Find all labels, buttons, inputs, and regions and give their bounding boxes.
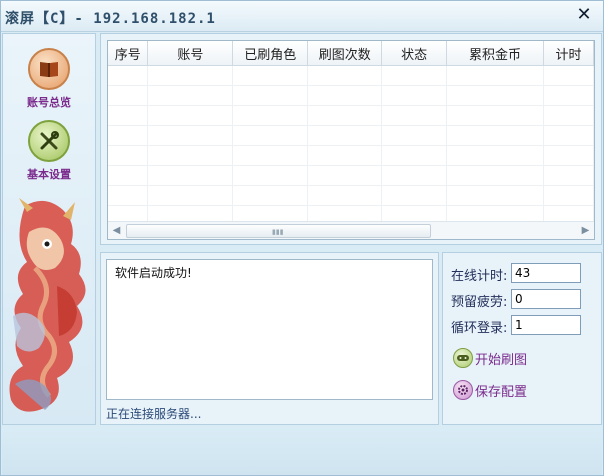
book-icon: [28, 48, 70, 90]
sidebar-item-account-overview[interactable]: 账号总览: [3, 48, 95, 110]
reserve-fatigue-label: 预留疲劳:: [451, 295, 508, 310]
log-message: 软件启动成功!: [115, 266, 192, 280]
start-button[interactable]: 开始刷图: [453, 347, 527, 369]
account-table[interactable]: 序号 账号 已刷角色 刷图次数 状态 累积金币 计时 ◀ ▮▮▮ ▶: [107, 40, 595, 240]
sidebar-item-basic-settings[interactable]: 基本设置: [3, 120, 95, 182]
table-row: [108, 145, 594, 166]
dragon-illustration: [9, 198, 86, 412]
account-table-panel: 序号 账号 已刷角色 刷图次数 状态 累积金币 计时 ◀ ▮▮▮ ▶: [100, 33, 602, 245]
app-window: 滚屏【C】- 192.168.182.1 ✕ 账号总览 基本设置 序号 账号 已…: [0, 0, 604, 476]
loop-login-label: 循环登录:: [451, 321, 508, 336]
bottom-area: [2, 427, 602, 475]
sidebar-item-label: 基本设置: [27, 168, 71, 181]
column-header-status[interactable]: 状态: [381, 41, 448, 66]
gamepad-icon: [453, 348, 473, 368]
table-row: [108, 105, 594, 126]
connection-status: 正在连接服务器...: [106, 407, 202, 421]
column-header-roles-done[interactable]: 已刷角色: [232, 41, 309, 66]
log-textarea[interactable]: 软件启动成功!: [106, 259, 433, 400]
scrollbar-thumb[interactable]: ▮▮▮: [126, 224, 431, 238]
online-time-label: 在线计时:: [451, 269, 508, 284]
column-header-index[interactable]: 序号: [108, 41, 149, 66]
table-body: [108, 65, 594, 239]
tools-icon: [28, 120, 70, 162]
horizontal-scrollbar[interactable]: ◀ ▮▮▮ ▶: [108, 221, 594, 239]
online-time-input[interactable]: [511, 263, 581, 283]
grip-icon: ▮▮▮: [272, 228, 284, 236]
table-row: [108, 85, 594, 106]
log-panel: 软件启动成功! 正在连接服务器...: [100, 252, 439, 425]
sidebar-item-label: 账号总览: [27, 96, 71, 109]
save-config-label: 保存配置: [475, 384, 528, 400]
account-table-grid: 序号 账号 已刷角色 刷图次数 状态 累积金币 计时: [108, 41, 594, 239]
reserve-fatigue-input[interactable]: [511, 289, 581, 309]
table-row: [108, 185, 594, 206]
column-header-run-count[interactable]: 刷图次数: [307, 41, 383, 66]
table-row: [108, 165, 594, 186]
window-title: 滚屏【C】- 192.168.182.1: [5, 11, 216, 27]
scroll-right-icon[interactable]: ▶: [578, 223, 593, 238]
table-row: [108, 125, 594, 146]
scroll-left-icon[interactable]: ◀: [109, 223, 124, 238]
table-row: [108, 65, 594, 86]
sidebar: 账号总览 基本设置: [2, 33, 96, 425]
settings-panel: 在线计时: 预留疲劳: 循环登录: 开始刷图 保存配置: [442, 252, 602, 425]
table-header-row: 序号 账号 已刷角色 刷图次数 状态 累积金币 计时: [108, 41, 594, 66]
column-header-account[interactable]: 账号: [147, 41, 234, 66]
title-bar[interactable]: 滚屏【C】- 192.168.182.1 ✕: [1, 1, 603, 32]
column-header-timer[interactable]: 计时: [543, 41, 594, 66]
gear-icon: [453, 380, 473, 400]
column-header-total-gold[interactable]: 累积金币: [446, 41, 544, 66]
loop-login-input[interactable]: [511, 315, 581, 335]
save-config-button[interactable]: 保存配置: [453, 379, 527, 401]
close-icon[interactable]: ✕: [573, 4, 595, 26]
start-label: 开始刷图: [475, 352, 528, 368]
